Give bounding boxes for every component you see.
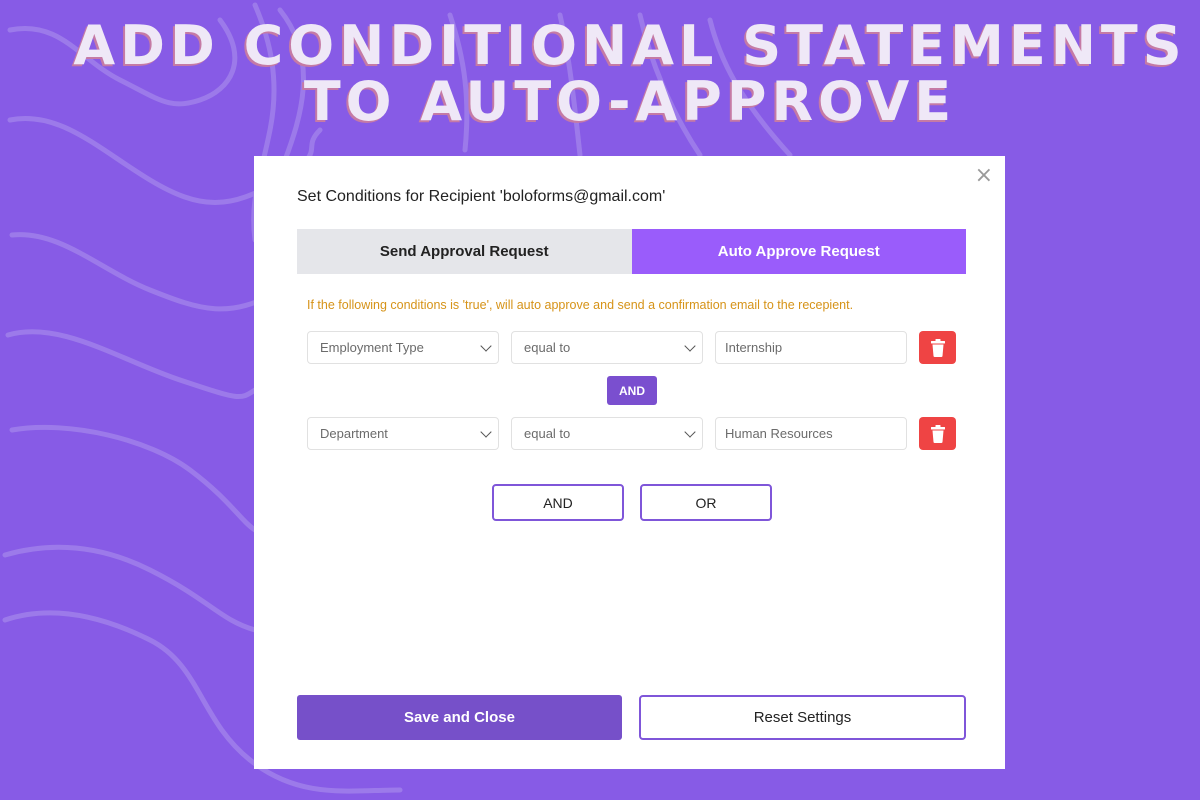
condition-row: Employment Type equal to <box>307 331 956 364</box>
field-select[interactable]: Employment Type <box>307 331 499 364</box>
headline: ADD CONDITIONAL STATEMENTS TO AUTO-APPRO… <box>0 18 1200 130</box>
delete-condition-button[interactable] <box>919 417 956 450</box>
tab-send-approval-request[interactable]: Send Approval Request <box>297 229 632 274</box>
field-select[interactable]: Department <box>307 417 499 450</box>
value-input[interactable] <box>715 331 907 364</box>
operator-select-value: equal to <box>524 340 571 355</box>
modal-title: Set Conditions for Recipient 'boloforms@… <box>297 188 666 205</box>
operator-select[interactable]: equal to <box>511 331 703 364</box>
delete-condition-button[interactable] <box>919 331 956 364</box>
condition-row: Department equal to <box>307 417 956 450</box>
chevron-down-icon <box>480 339 492 352</box>
operator-select-value: equal to <box>524 426 571 441</box>
tab-auto-approve-request[interactable]: Auto Approve Request <box>631 229 966 274</box>
save-and-close-button[interactable]: Save and Close <box>297 695 622 740</box>
chevron-down-icon <box>480 425 492 438</box>
operator-select[interactable]: equal to <box>511 417 703 450</box>
conditions-modal: × Set Conditions for Recipient 'boloform… <box>254 156 1005 769</box>
headline-line-1: ADD CONDITIONAL STATEMENTS <box>73 14 1187 77</box>
value-input[interactable] <box>715 417 907 450</box>
field-select-value: Department <box>320 426 388 441</box>
field-select-value: Employment Type <box>320 340 424 355</box>
trash-icon <box>930 338 945 357</box>
chevron-down-icon <box>684 425 696 438</box>
tab-bar: Send Approval Request Auto Approve Reque… <box>297 229 966 274</box>
headline-line-2: TO AUTO-APPROVE <box>303 70 957 133</box>
add-or-condition-button[interactable]: OR <box>640 484 772 521</box>
add-and-condition-button[interactable]: AND <box>492 484 624 521</box>
close-icon[interactable]: × <box>975 165 993 187</box>
trash-icon <box>930 424 945 443</box>
reset-settings-button[interactable]: Reset Settings <box>639 695 966 740</box>
chevron-down-icon <box>684 339 696 352</box>
info-text: If the following conditions is 'true', w… <box>307 298 854 312</box>
and-connector-badge[interactable]: AND <box>607 376 657 405</box>
